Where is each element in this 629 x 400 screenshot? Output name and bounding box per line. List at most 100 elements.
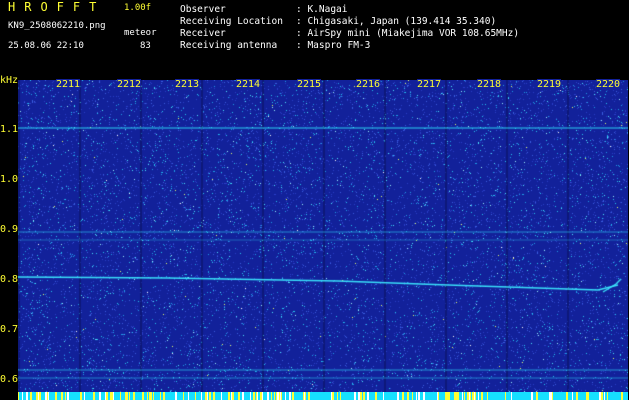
detection-mark (22, 392, 23, 400)
detection-mark (274, 392, 275, 400)
detection-mark (175, 392, 177, 400)
detection-mark (253, 392, 254, 400)
antenna-label: Receiving antenna (180, 40, 278, 51)
detection-mark (416, 392, 417, 400)
detection-mark (475, 392, 476, 400)
detection-mark (55, 392, 57, 400)
detection-strip-marks (18, 392, 623, 400)
time-tick-label: 2215 (297, 79, 322, 90)
detection-mark (478, 392, 479, 400)
detection-strip (18, 392, 628, 400)
detection-mark (271, 392, 272, 400)
detection-mark (277, 392, 279, 400)
time-tick-label: 2214 (236, 79, 261, 90)
detection-mark (153, 392, 154, 400)
detection-mark (65, 392, 66, 400)
detection-mark (472, 392, 474, 400)
detection-mark (447, 392, 448, 400)
detection-mark (511, 392, 512, 400)
detection-mark (445, 392, 447, 400)
app-logo: HROFFT (8, 0, 106, 14)
detection-mark (233, 392, 234, 400)
detection-mark (30, 392, 32, 400)
detection-mark (254, 392, 255, 400)
detection-mark (290, 392, 291, 400)
detection-mark (147, 392, 148, 400)
detection-mark (572, 392, 573, 400)
detection-mark (163, 392, 164, 400)
detection-mark (469, 392, 470, 400)
detection-mark (80, 392, 81, 400)
detection-mark (221, 392, 222, 400)
receiver-value: : AirSpy mini (Miakejima VOR 108.65MHz) (296, 28, 520, 39)
detection-mark (423, 392, 425, 400)
detection-mark (470, 392, 471, 400)
detection-mark (201, 392, 202, 400)
detection-mark (160, 392, 161, 400)
time-tick-label: 2217 (417, 79, 442, 90)
detection-mark (26, 392, 28, 400)
detection-mark (188, 392, 189, 400)
detection-mark (360, 392, 362, 400)
detection-mark (586, 392, 587, 400)
detection-mark (601, 392, 602, 400)
detection-mark (397, 392, 399, 400)
detection-mark (149, 392, 151, 400)
detection-mark (340, 392, 341, 400)
detection-mark (418, 392, 420, 400)
app-version: 1.00f (124, 3, 152, 13)
observer-value: : K.Nagai (296, 4, 348, 15)
detection-mark (602, 392, 603, 400)
detection-mark (464, 392, 465, 400)
detection-mark (207, 392, 208, 400)
detection-mark (242, 392, 244, 400)
detection-mark (599, 392, 601, 400)
detection-mark (106, 392, 108, 400)
time-tick-label: 2213 (175, 79, 200, 90)
detection-mark (257, 392, 258, 400)
detection-mark (281, 392, 282, 400)
time-tick-label: 2220 (596, 79, 621, 90)
detection-mark (367, 392, 369, 400)
detection-mark (214, 392, 215, 400)
detection-mark (127, 392, 128, 400)
detection-mark (292, 392, 294, 400)
meteor-count: 83 (140, 41, 151, 51)
freq-tick-label: 0.9 (0, 224, 19, 235)
detection-mark (567, 392, 568, 400)
detection-mark (67, 392, 69, 400)
detection-mark (621, 392, 623, 400)
location-label: Receiving Location (180, 16, 283, 27)
antenna-value: : Maspro FM-3 (296, 40, 371, 51)
detection-mark (84, 392, 85, 400)
detection-mark (551, 392, 552, 400)
detection-mark (412, 392, 413, 400)
detection-mark (487, 392, 488, 400)
time-tick-label: 2219 (537, 79, 562, 90)
detection-mark (438, 392, 439, 400)
detection-mark (228, 392, 230, 400)
detection-mark (337, 392, 338, 400)
detection-mark (358, 392, 360, 400)
detection-mark (308, 392, 310, 400)
detection-mark (105, 392, 106, 400)
spectrogram-overlay (18, 80, 628, 392)
detection-mark (213, 392, 214, 400)
detection-mark (354, 392, 356, 400)
freq-tick-label: 0.6 (0, 374, 19, 385)
observer-label: Observer (180, 4, 226, 15)
detection-mark (467, 392, 469, 400)
freq-tick-label: 0.7 (0, 324, 19, 335)
detection-mark (250, 392, 251, 400)
detection-mark (36, 392, 38, 400)
detection-mark (195, 392, 196, 400)
detection-mark (209, 392, 211, 400)
image-filename: KN9_2508062210.png (8, 21, 106, 31)
detection-mark (93, 392, 95, 400)
freq-tick-label: 1.0 (0, 174, 19, 185)
detection-mark (455, 392, 457, 400)
detection-mark (99, 392, 101, 400)
detection-mark (549, 392, 551, 400)
meteor-label: meteor (124, 28, 157, 38)
detection-mark (129, 392, 130, 400)
